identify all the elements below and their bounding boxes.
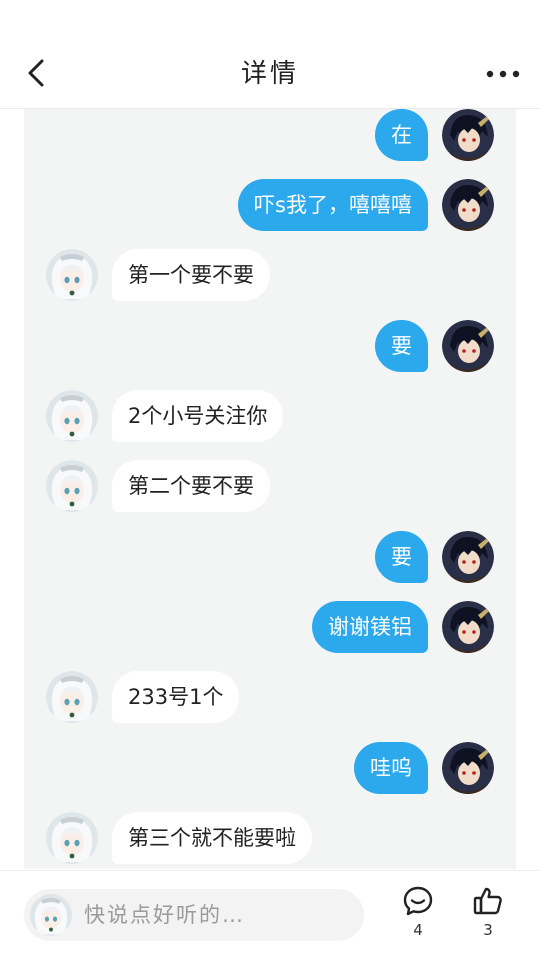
- friend-avatar[interactable]: [46, 460, 98, 512]
- message-bubble-sent[interactable]: 要: [375, 531, 428, 583]
- message-row: 吓s我了，嘻嘻嘻: [0, 179, 540, 233]
- message-bubble-sent[interactable]: 要: [375, 320, 428, 372]
- header-bar: 详情: [0, 40, 540, 109]
- my-avatar[interactable]: [442, 531, 494, 583]
- message-row: 第一个要不要: [0, 249, 540, 303]
- message-row: 要: [0, 531, 540, 585]
- my-avatar[interactable]: [442, 601, 494, 653]
- like-button[interactable]: 3: [466, 885, 510, 939]
- input-avatar: [30, 894, 72, 936]
- my-avatar[interactable]: [442, 179, 494, 231]
- message-row: 2个小号关注你: [0, 390, 540, 444]
- more-dots-icon[interactable]: [486, 66, 520, 82]
- friend-avatar[interactable]: [46, 812, 98, 864]
- my-avatar[interactable]: [442, 109, 494, 161]
- message-row: 第二个要不要: [0, 460, 540, 514]
- message-bubble-received[interactable]: 233号1个: [112, 671, 240, 723]
- comment-count: 4: [413, 921, 423, 939]
- message-row: 233号1个: [0, 671, 540, 725]
- message-bubble-sent[interactable]: 谢谢镁铝: [312, 601, 428, 653]
- friend-avatar[interactable]: [46, 671, 98, 723]
- message-bubble-sent[interactable]: 哇呜: [354, 742, 428, 794]
- message-bubble-sent[interactable]: 在: [375, 109, 428, 161]
- page-title: 详情: [240, 59, 299, 89]
- message-bubble-sent[interactable]: 吓s我了，嘻嘻嘻: [238, 179, 428, 231]
- like-count: 3: [483, 921, 493, 939]
- thumbs-up-icon: [473, 887, 502, 915]
- friend-avatar[interactable]: [46, 249, 98, 301]
- message-row: 在: [0, 109, 540, 163]
- my-avatar[interactable]: [442, 320, 494, 372]
- friend-avatar[interactable]: [46, 390, 98, 442]
- message-bubble-received[interactable]: 第一个要不要: [112, 249, 270, 301]
- footer-bar: 快说点好听的… 4 3: [0, 870, 540, 961]
- comment-input-placeholder: 快说点好听的…: [84, 903, 245, 927]
- message-row: 谢谢镁铝: [0, 601, 540, 655]
- message-bubble-received[interactable]: 第二个要不要: [112, 460, 270, 512]
- comment-bubble-icon: [403, 886, 433, 916]
- message-bubble-received[interactable]: 2个小号关注你: [112, 390, 284, 442]
- comment-input[interactable]: 快说点好听的…: [24, 889, 364, 941]
- message-row: 要: [0, 320, 540, 374]
- message-row: 第三个就不能要啦: [0, 812, 540, 866]
- my-avatar[interactable]: [442, 742, 494, 794]
- message-bubble-received[interactable]: 第三个就不能要啦: [112, 812, 312, 864]
- message-row: 哇呜: [0, 742, 540, 796]
- comment-button[interactable]: 4: [396, 885, 440, 939]
